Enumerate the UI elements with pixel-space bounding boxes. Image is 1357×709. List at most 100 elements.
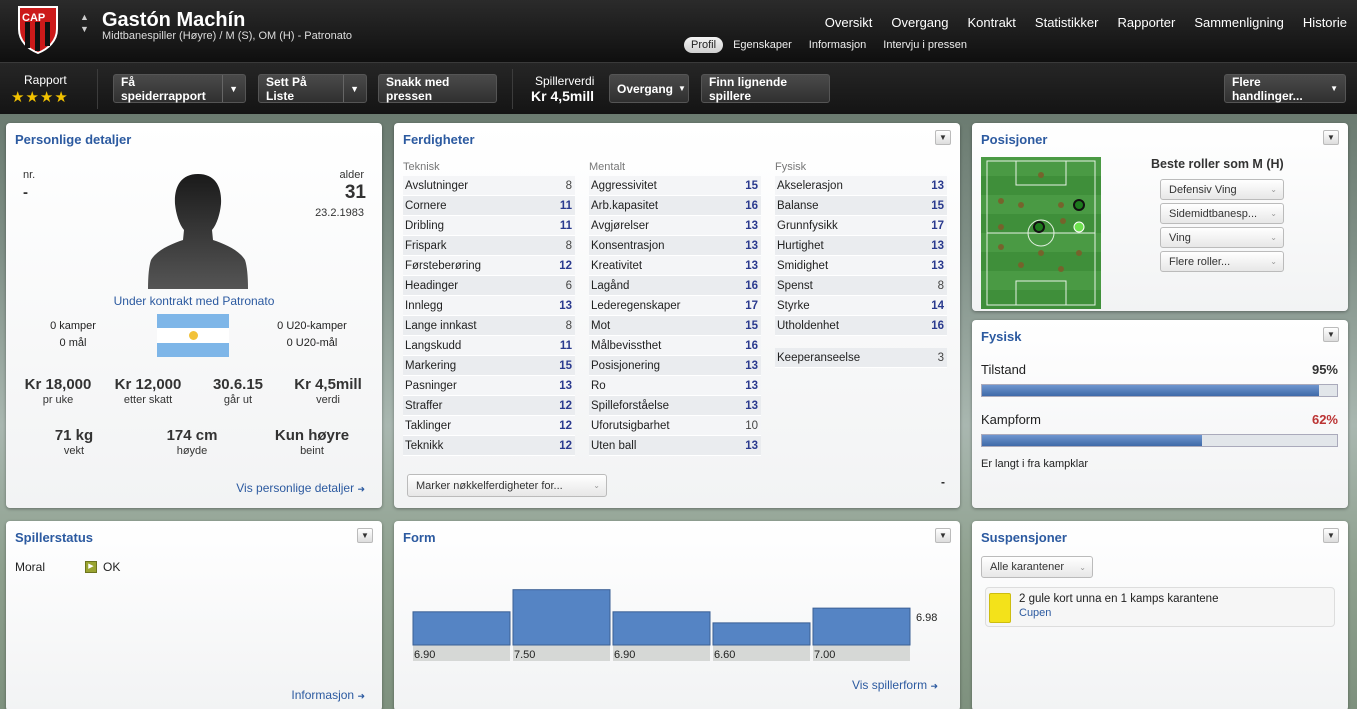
attribute-row-physical[interactable]: Utholdenhet 16 (775, 316, 947, 336)
attribute-row-mental[interactable]: Uforutsigbarhet 10 (589, 416, 761, 436)
morale-value: OK (103, 560, 121, 574)
attribute-row-technical[interactable]: Markering 15 (403, 356, 575, 376)
attribute-name: Lederegenskaper (591, 299, 681, 312)
select-label: Alle karantener (990, 561, 1064, 573)
form-panel: Form ▼ 6.90 7.50 6.90 6.60 7.00 6.98 Vis spil… (394, 521, 960, 709)
attribute-name: Kreativitet (591, 259, 643, 272)
find-similar-button[interactable]: Finn lignende spillere (701, 74, 830, 103)
attribute-row-technical[interactable]: Taklinger 12 (403, 416, 575, 436)
attribute-value: 13 (931, 239, 944, 252)
tab-information[interactable]: Informasjon (802, 37, 873, 53)
attribute-row-mental[interactable]: Lederegenskaper 17 (589, 296, 761, 316)
player-value-label: Spillerverdi (535, 74, 595, 88)
role-select-wide-midfielder[interactable]: Sidemidtbanesp... ⌄ (1160, 203, 1284, 224)
chevron-down-icon: ⌄ (1270, 209, 1277, 218)
nav-history[interactable]: Historie (1303, 15, 1347, 30)
attribute-row-technical[interactable]: Lange innkast 8 (403, 316, 575, 336)
key-attributes-select[interactable]: Marker nøkkelferdigheter for... ⌄ (407, 474, 607, 497)
competition-link[interactable]: Cupen (1019, 607, 1051, 619)
talk-to-press-button[interactable]: Snakk med pressen (378, 74, 497, 103)
attribute-row-mental[interactable]: Konsentrasjon 13 (589, 236, 761, 256)
view-personal-details-link[interactable]: Vis personlige detaljer ➜ (236, 481, 365, 495)
nav-comparison[interactable]: Sammenligning (1194, 15, 1284, 30)
nav-contract[interactable]: Kontrakt (968, 15, 1016, 30)
attribute-row-mental[interactable]: Kreativitet 13 (589, 256, 761, 276)
panel-menu-button[interactable]: ▼ (935, 528, 951, 543)
chevron-down-icon[interactable]: ▼ (343, 75, 359, 102)
technical-column: Teknisk Avslutninger 8 Cornere 11 Dribling 11… (403, 161, 575, 456)
attribute-row-physical[interactable]: Styrke 14 (775, 296, 947, 316)
form-bar[interactable] (612, 611, 711, 646)
attribute-row-mental[interactable]: Målbevissthet 16 (589, 336, 761, 356)
attribute-row-technical[interactable]: Langskudd 11 (403, 336, 575, 356)
attribute-row-mental[interactable]: Uten ball 13 (589, 436, 761, 456)
attribute-row-technical[interactable]: Førsteberøring 12 (403, 256, 575, 276)
attribute-row-physical[interactable]: Hurtighet 13 (775, 236, 947, 256)
form-bar[interactable] (812, 607, 911, 646)
attribute-row-mental[interactable]: Arb.kapasitet 16 (589, 196, 761, 216)
panel-menu-button[interactable]: ▼ (357, 528, 373, 543)
role-select-more[interactable]: Flere roller... ⌄ (1160, 251, 1284, 272)
attribute-row-technical[interactable]: Avslutninger 8 (403, 176, 575, 196)
attribute-name: Spenst (777, 279, 813, 292)
attribute-row-physical[interactable]: Akselerasjon 13 (775, 176, 947, 196)
tab-profile[interactable]: Profil (684, 37, 724, 53)
attribute-row-technical[interactable]: Frispark 8 (403, 236, 575, 256)
role-select-defensive-winger[interactable]: Defensiv Ving ⌄ (1160, 179, 1284, 200)
attribute-row-physical[interactable]: Grunnfysikk 17 (775, 216, 947, 236)
attribute-row-keeper[interactable]: Keeperanseelse 3 (775, 348, 947, 368)
panel-menu-button[interactable]: ▼ (1323, 528, 1339, 543)
panel-menu-button[interactable]: ▼ (935, 130, 951, 145)
attribute-row-technical[interactable]: Straffer 12 (403, 396, 575, 416)
tab-press-interview[interactable]: Intervju i pressen (876, 37, 974, 53)
squad-number: - (23, 184, 28, 201)
transfer-button[interactable]: Overgang ▼ (609, 74, 689, 103)
attribute-row-mental[interactable]: Mot 15 (589, 316, 761, 336)
nav-transfer[interactable]: Overgang (891, 15, 948, 30)
attribute-name: Lagånd (591, 279, 630, 292)
pitch-diagram[interactable] (981, 157, 1101, 309)
form-bar[interactable] (412, 611, 511, 646)
information-link[interactable]: Informasjon ➜ (291, 688, 365, 702)
nav-reports[interactable]: Rapporter (1118, 15, 1176, 30)
chevron-down-icon[interactable]: ▼ (222, 75, 238, 102)
dash-placeholder: - (941, 475, 945, 489)
attribute-row-mental[interactable]: Ro 13 (589, 376, 761, 396)
suspension-card[interactable]: 2 gule kort unna en 1 kamps karantene Cu… (985, 587, 1335, 627)
attribute-row-mental[interactable]: Avgjørelser 13 (589, 216, 761, 236)
attribute-row-physical[interactable]: Smidighet 13 (775, 256, 947, 276)
suspension-filter-select[interactable]: Alle karantener ⌄ (981, 556, 1093, 578)
attribute-row-physical[interactable]: Spenst 8 (775, 276, 947, 296)
attribute-row-technical[interactable]: Pasninger 13 (403, 376, 575, 396)
panel-menu-button[interactable]: ▼ (1323, 327, 1339, 342)
attribute-name: Balanse (777, 199, 819, 212)
club-crest-icon[interactable]: CAP (15, 4, 61, 55)
attribute-row-physical[interactable]: Balanse 15 (775, 196, 947, 216)
attribute-row-mental[interactable]: Posisjonering 13 (589, 356, 761, 376)
personal-details-panel: Personlige detaljer nr. - alder 31 23.2.… (6, 123, 382, 508)
attribute-row-technical[interactable]: Dribling 11 (403, 216, 575, 236)
contract-status: Under kontrakt med Patronato (113, 294, 275, 308)
form-bar[interactable] (512, 589, 611, 646)
panel-menu-button[interactable]: ▼ (1323, 130, 1339, 145)
scout-report-button[interactable]: Få speiderrapport ▼ (113, 74, 246, 103)
player-switcher-arrows[interactable]: ▲ ▼ (80, 11, 89, 35)
form-bar[interactable] (712, 622, 811, 646)
chevron-down-icon: ⌄ (593, 481, 600, 490)
attribute-row-technical[interactable]: Cornere 11 (403, 196, 575, 216)
more-actions-button[interactable]: Flere handlinger... ▼ (1224, 74, 1346, 103)
attribute-row-technical[interactable]: Headinger 6 (403, 276, 575, 296)
panel-title: Posisjoner (981, 132, 1048, 147)
attribute-row-mental[interactable]: Aggressivitet 15 (589, 176, 761, 196)
attribute-row-mental[interactable]: Spilleforståelse 13 (589, 396, 761, 416)
attribute-row-mental[interactable]: Lagånd 16 (589, 276, 761, 296)
role-select-winger[interactable]: Ving ⌄ (1160, 227, 1284, 248)
attribute-name: Uten ball (591, 439, 637, 452)
tab-attributes[interactable]: Egenskaper (726, 37, 799, 53)
view-player-form-link[interactable]: Vis spillerform ➜ (852, 678, 938, 692)
attribute-row-technical[interactable]: Teknikk 12 (403, 436, 575, 456)
attribute-row-technical[interactable]: Innlegg 13 (403, 296, 575, 316)
nav-overview[interactable]: Oversikt (825, 15, 873, 30)
add-to-list-button[interactable]: Sett På Liste ▼ (258, 74, 367, 103)
nav-stats[interactable]: Statistikker (1035, 15, 1099, 30)
